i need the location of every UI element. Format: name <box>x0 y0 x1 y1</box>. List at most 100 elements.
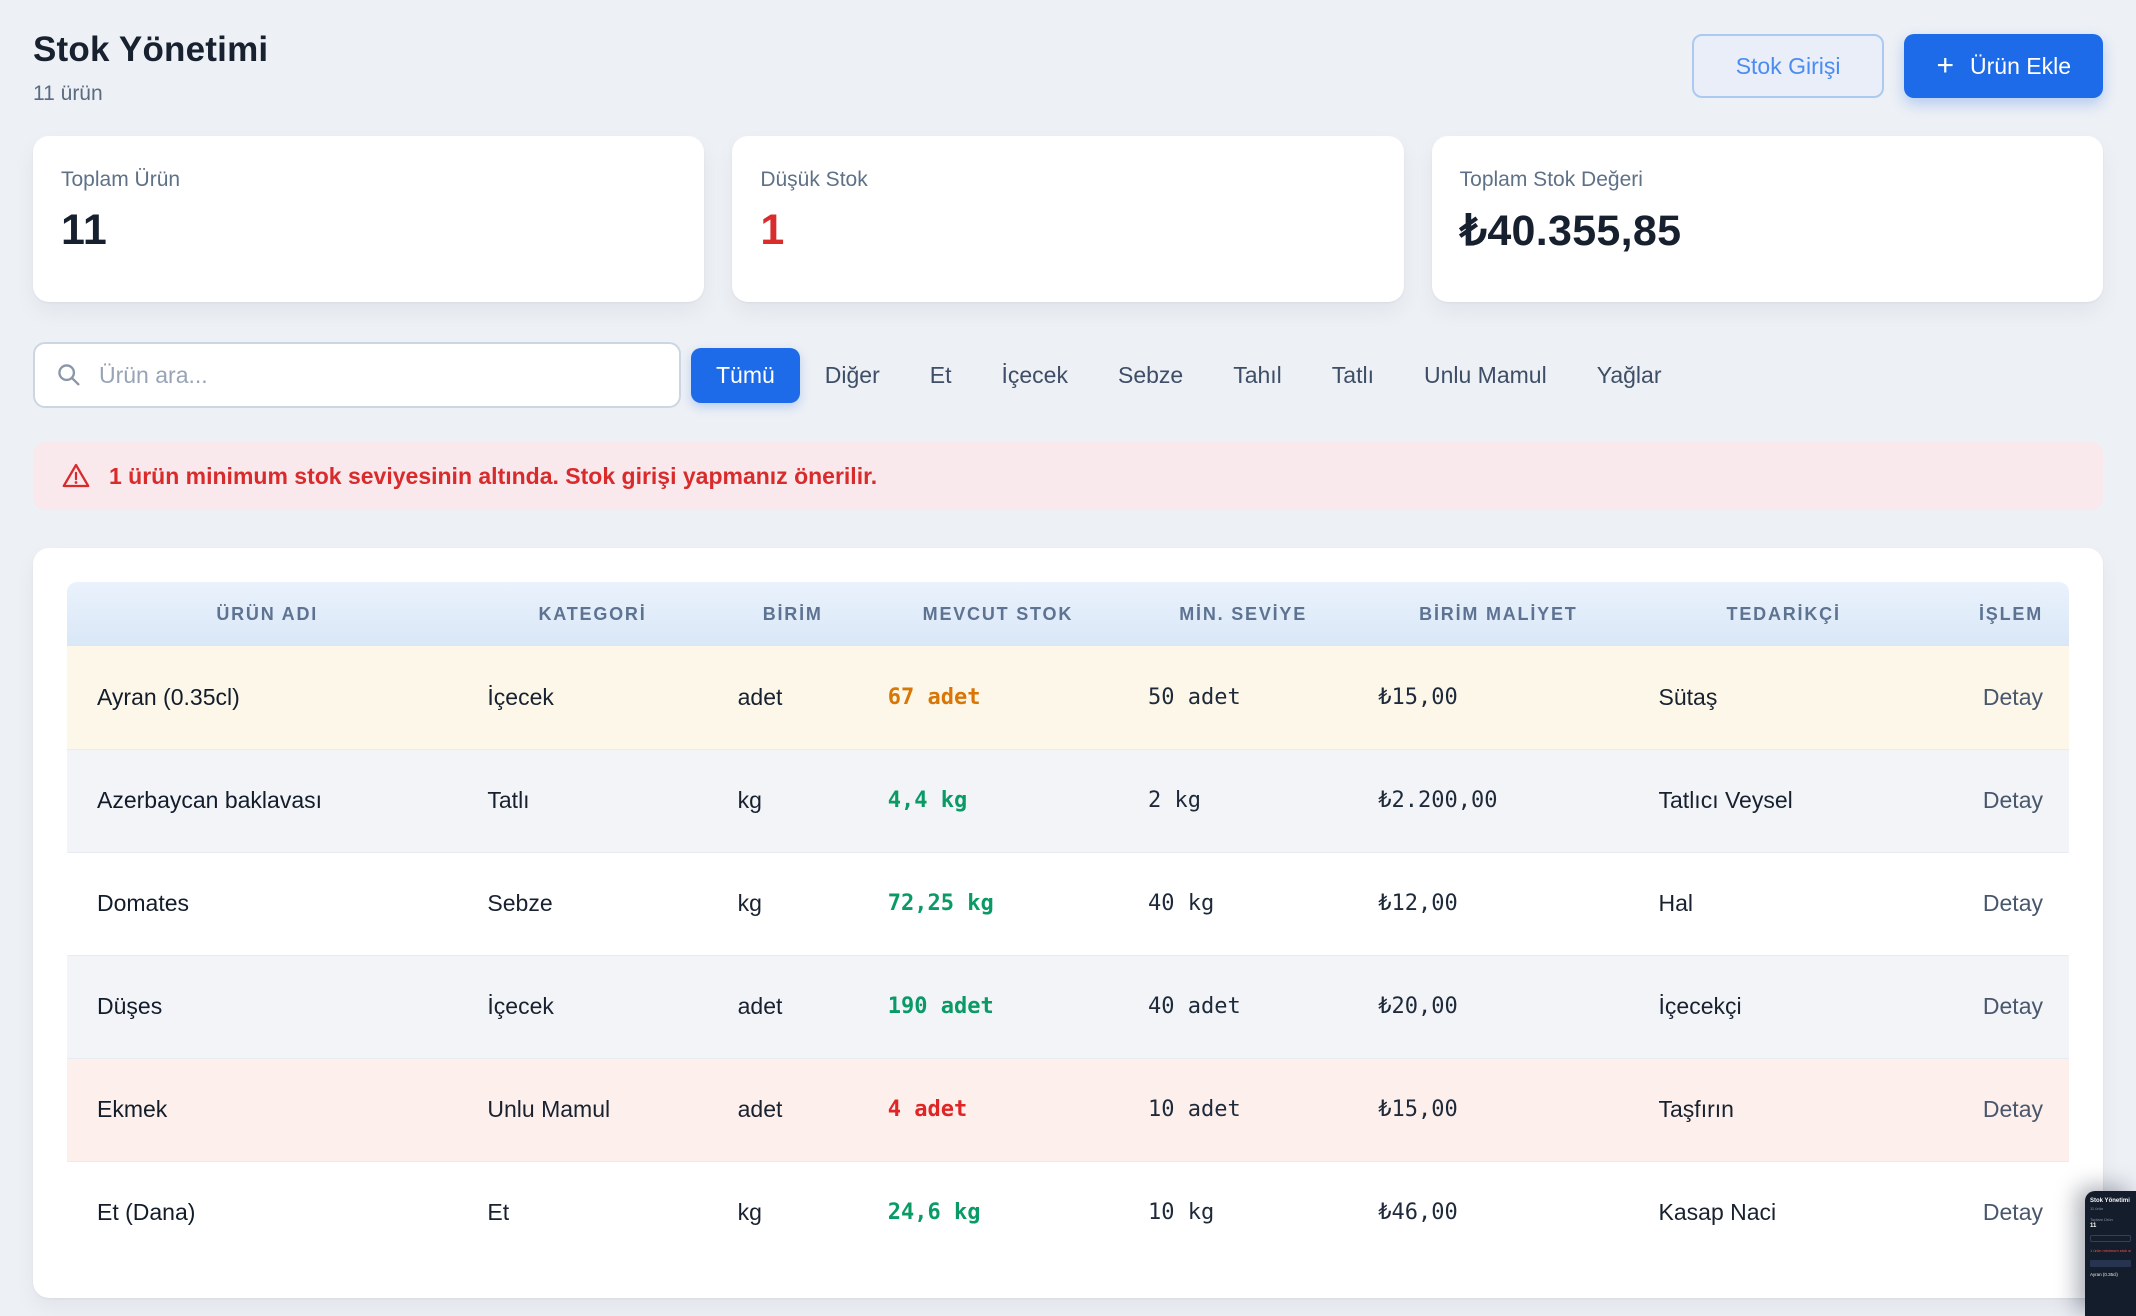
cell-product-name: Ekmek <box>67 1058 467 1161</box>
search-icon <box>55 361 83 389</box>
category-filter-chip[interactable]: İçecek <box>977 348 1093 403</box>
category-filter-chip[interactable]: Yağlar <box>1572 348 1687 403</box>
search-box <box>33 342 681 408</box>
cell-min-level: 40 adet <box>1128 955 1358 1058</box>
cell-category: İçecek <box>467 955 717 1058</box>
stock-entry-button[interactable]: Stok Girişi <box>1692 34 1885 98</box>
column-header: MİN. SEVİYE <box>1128 582 1358 646</box>
pip-title: Stok Yönetimi <box>2090 1198 2131 1204</box>
table-body: Ayran (0.35cl) İçecek adet 67 adet 50 ad… <box>67 646 2069 1264</box>
cell-unit: adet <box>718 646 868 749</box>
column-header: İŞLEM <box>1929 582 2069 646</box>
add-product-button[interactable]: + Ürün Ekle <box>1904 34 2103 98</box>
stat-cards: Toplam Ürün 11 Düşük Stok 1 Toplam Stok … <box>33 136 2103 302</box>
table-row: Düşes İçecek adet 190 adet 40 adet ₺20,0… <box>67 955 2069 1058</box>
category-filters: Tümü Diğer Et İçecek Sebze Tahıl Tatlı U… <box>691 348 1686 403</box>
cell-supplier: Kasap Naci <box>1639 1161 1929 1264</box>
table-row: Azerbaycan baklavası Tatlı kg 4,4 kg 2 k… <box>67 749 2069 852</box>
stat-card: Toplam Ürün 11 <box>33 136 704 302</box>
cell-action: Detay <box>1929 1161 2069 1264</box>
stat-label: Toplam Ürün <box>61 168 676 192</box>
detail-link[interactable]: Detay <box>1983 787 2043 813</box>
cell-current-stock: 4,4 kg <box>868 749 1128 852</box>
cell-current-stock: 24,6 kg <box>868 1161 1128 1264</box>
cell-unit: kg <box>718 852 868 955</box>
stat-value: 1 <box>760 206 1375 255</box>
cell-product-name: Et (Dana) <box>67 1161 467 1264</box>
title-block: Stok Yönetimi 11 ürün <box>33 22 268 106</box>
cell-unit: adet <box>718 1058 868 1161</box>
stock-value: 4 adet <box>888 1097 967 1122</box>
cell-action: Detay <box>1929 646 2069 749</box>
top-bar: Stok Yönetimi 11 ürün Stok Girişi + Ürün… <box>33 22 2103 106</box>
detail-link[interactable]: Detay <box>1983 1199 2043 1225</box>
stock-value: 4,4 kg <box>888 788 967 813</box>
search-input[interactable] <box>97 361 659 390</box>
low-stock-alert: 1 ürün minimum stok seviyesinin altında.… <box>33 442 2103 510</box>
cell-supplier: Sütaş <box>1639 646 1929 749</box>
cell-current-stock: 67 adet <box>868 646 1128 749</box>
stat-value: ₺40.355,85 <box>1460 206 2075 256</box>
plus-icon: + <box>1936 51 1954 81</box>
pip-preview[interactable]: Stok Yönetimi 11 ürün Toplam Ürün 11 1 ü… <box>2085 1191 2136 1316</box>
cell-min-level: 2 kg <box>1128 749 1358 852</box>
inventory-table-card: ÜRÜN ADI KATEGORİ BİRİM MEVCUT STOK MİN.… <box>33 548 2103 1298</box>
category-filter-chip[interactable]: Tahıl <box>1208 348 1307 403</box>
stock-value: 67 adet <box>888 685 981 710</box>
stat-label: Toplam Stok Değeri <box>1460 168 2075 192</box>
alert-text: 1 ürün minimum stok seviyesinin altında.… <box>109 463 877 490</box>
cell-unit: kg <box>718 749 868 852</box>
cell-unit: kg <box>718 1161 868 1264</box>
cell-action: Detay <box>1929 852 2069 955</box>
category-filter-chip[interactable]: Unlu Mamul <box>1399 348 1572 403</box>
cell-category: Sebze <box>467 852 717 955</box>
cell-action: Detay <box>1929 955 2069 1058</box>
pip-warning-text: 1 ürün minimum stok seviyesinin altında. <box>2090 1248 2131 1253</box>
cell-min-level: 40 kg <box>1128 852 1358 955</box>
column-header: BİRİM <box>718 582 868 646</box>
stat-card: Düşük Stok 1 <box>732 136 1403 302</box>
stat-card: Toplam Stok Değeri ₺40.355,85 <box>1432 136 2103 302</box>
category-filter-chip[interactable]: Diğer <box>800 348 905 403</box>
table-row: Ekmek Unlu Mamul adet 4 adet 10 adet ₺15… <box>67 1058 2069 1161</box>
cell-action: Detay <box>1929 1058 2069 1161</box>
cell-category: Et <box>467 1161 717 1264</box>
category-filter-chip[interactable]: Tatlı <box>1307 348 1399 403</box>
category-filter-chip[interactable]: Sebze <box>1093 348 1208 403</box>
cell-min-level: 50 adet <box>1128 646 1358 749</box>
cell-unit-cost: ₺20,00 <box>1358 955 1638 1058</box>
detail-link[interactable]: Detay <box>1983 1096 2043 1122</box>
page-title: Stok Yönetimi <box>33 30 268 70</box>
cell-category: Tatlı <box>467 749 717 852</box>
cell-product-name: Azerbaycan baklavası <box>67 749 467 852</box>
column-header: KATEGORİ <box>467 582 717 646</box>
category-filter-chip[interactable]: Tümü <box>691 348 800 403</box>
category-filter-chip[interactable]: Et <box>905 348 977 403</box>
pip-stat-value: 11 <box>2090 1223 2131 1229</box>
stat-value: 11 <box>61 206 676 255</box>
cell-supplier: Hal <box>1639 852 1929 955</box>
detail-link[interactable]: Detay <box>1983 684 2043 710</box>
cell-unit-cost: ₺15,00 <box>1358 1058 1638 1161</box>
cell-category: Unlu Mamul <box>467 1058 717 1161</box>
cell-category: İçecek <box>467 646 717 749</box>
cell-unit-cost: ₺2.200,00 <box>1358 749 1638 852</box>
product-count: 11 ürün <box>33 82 268 106</box>
stock-management-page: Stok Yönetimi 11 ürün Stok Girişi + Ürün… <box>0 0 2136 1298</box>
stat-label: Düşük Stok <box>760 168 1375 192</box>
stock-value: 24,6 kg <box>888 1200 981 1225</box>
column-header: BİRİM MALİYET <box>1358 582 1638 646</box>
warning-icon <box>61 461 91 491</box>
table-row: Domates Sebze kg 72,25 kg 40 kg ₺12,00 H… <box>67 852 2069 955</box>
stock-value: 190 adet <box>888 994 994 1019</box>
cell-unit-cost: ₺46,00 <box>1358 1161 1638 1264</box>
cell-product-name: Domates <box>67 852 467 955</box>
cell-current-stock: 72,25 kg <box>868 852 1128 955</box>
detail-link[interactable]: Detay <box>1983 993 2043 1019</box>
detail-link[interactable]: Detay <box>1983 890 2043 916</box>
pip-subtitle: 11 ürün <box>2090 1206 2131 1211</box>
cell-product-name: Ayran (0.35cl) <box>67 646 467 749</box>
controls-row: Tümü Diğer Et İçecek Sebze Tahıl Tatlı U… <box>33 342 2103 408</box>
cell-action: Detay <box>1929 749 2069 852</box>
cell-current-stock: 4 adet <box>868 1058 1128 1161</box>
